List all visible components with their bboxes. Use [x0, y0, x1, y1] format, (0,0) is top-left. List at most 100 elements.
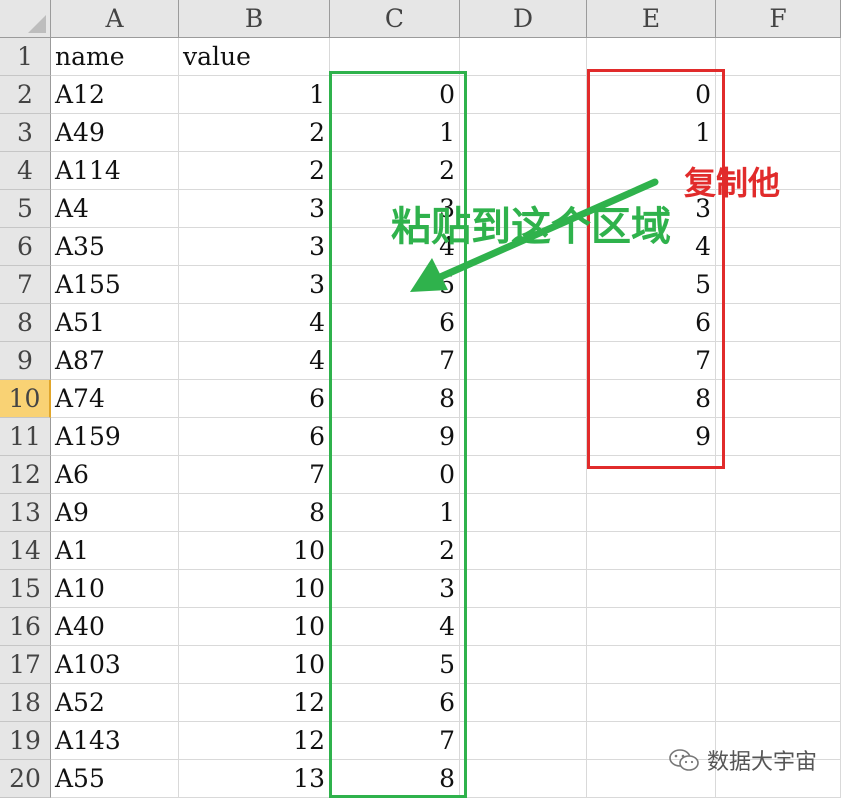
cell-b7[interactable]: 3 — [179, 266, 330, 304]
cell-a5[interactable]: A4 — [51, 190, 179, 228]
cell-b4[interactable]: 2 — [179, 152, 330, 190]
cell-f15[interactable] — [716, 570, 841, 608]
row-header-12[interactable]: 12 — [0, 456, 51, 494]
cell-a14[interactable]: A1 — [51, 532, 179, 570]
cell-f13[interactable] — [716, 494, 841, 532]
cell-a18[interactable]: A52 — [51, 684, 179, 722]
cell-f3[interactable] — [716, 114, 841, 152]
cell-f17[interactable] — [716, 646, 841, 684]
cell-b6[interactable]: 3 — [179, 228, 330, 266]
cell-b18[interactable]: 12 — [179, 684, 330, 722]
cell-a9[interactable]: A87 — [51, 342, 179, 380]
cell-d19[interactable] — [460, 722, 587, 760]
cell-d15[interactable] — [460, 570, 587, 608]
cell-f6[interactable] — [716, 228, 841, 266]
cell-b2[interactable]: 1 — [179, 76, 330, 114]
cell-b17[interactable]: 10 — [179, 646, 330, 684]
cell-a3[interactable]: A49 — [51, 114, 179, 152]
cell-b3[interactable]: 2 — [179, 114, 330, 152]
cell-f2[interactable] — [716, 76, 841, 114]
spreadsheet-grid[interactable]: ABCDEF 1 name value 2 A12 1 0 0 3 A49 2 1 1 4 A114 2 2 5 A… — [0, 0, 841, 798]
cell-d17[interactable] — [460, 646, 587, 684]
row-header-14[interactable]: 14 — [0, 532, 51, 570]
cell-e18[interactable] — [587, 684, 716, 722]
cell-d12[interactable] — [460, 456, 587, 494]
cell-b9[interactable]: 4 — [179, 342, 330, 380]
row-header-6[interactable]: 6 — [0, 228, 51, 266]
cell-a4[interactable]: A114 — [51, 152, 179, 190]
cell-e16[interactable] — [587, 608, 716, 646]
cell-d3[interactable] — [460, 114, 587, 152]
cell-f14[interactable] — [716, 532, 841, 570]
cell-a15[interactable]: A10 — [51, 570, 179, 608]
cell-d7[interactable] — [460, 266, 587, 304]
cell-a16[interactable]: A40 — [51, 608, 179, 646]
cell-b5[interactable]: 3 — [179, 190, 330, 228]
cell-b11[interactable]: 6 — [179, 418, 330, 456]
column-header-a[interactable]: A — [51, 0, 179, 38]
cell-d14[interactable] — [460, 532, 587, 570]
row-header-11[interactable]: 11 — [0, 418, 51, 456]
cell-d10[interactable] — [460, 380, 587, 418]
cell-a10[interactable]: A74 — [51, 380, 179, 418]
column-header-b[interactable]: B — [179, 0, 330, 38]
column-header-c[interactable]: C — [330, 0, 460, 38]
cell-f1[interactable] — [716, 38, 841, 76]
row-header-8[interactable]: 8 — [0, 304, 51, 342]
cell-a17[interactable]: A103 — [51, 646, 179, 684]
row-header-20[interactable]: 20 — [0, 760, 51, 798]
cell-d20[interactable] — [460, 760, 587, 798]
cell-a11[interactable]: A159 — [51, 418, 179, 456]
cell-a6[interactable]: A35 — [51, 228, 179, 266]
row-header-13[interactable]: 13 — [0, 494, 51, 532]
column-header-e[interactable]: E — [587, 0, 716, 38]
cell-e17[interactable] — [587, 646, 716, 684]
row-header-16[interactable]: 16 — [0, 608, 51, 646]
cell-d4[interactable] — [460, 152, 587, 190]
cell-a8[interactable]: A51 — [51, 304, 179, 342]
row-header-3[interactable]: 3 — [0, 114, 51, 152]
cell-f18[interactable] — [716, 684, 841, 722]
cell-b15[interactable]: 10 — [179, 570, 330, 608]
cell-a19[interactable]: A143 — [51, 722, 179, 760]
cell-f9[interactable] — [716, 342, 841, 380]
column-header-d[interactable]: D — [460, 0, 587, 38]
cell-d8[interactable] — [460, 304, 587, 342]
row-header-4[interactable]: 4 — [0, 152, 51, 190]
cell-b14[interactable]: 10 — [179, 532, 330, 570]
cell-b20[interactable]: 13 — [179, 760, 330, 798]
cell-b8[interactable]: 4 — [179, 304, 330, 342]
cell-d1[interactable] — [460, 38, 587, 76]
cell-d13[interactable] — [460, 494, 587, 532]
select-all-corner[interactable] — [0, 0, 51, 38]
cell-b10[interactable]: 6 — [179, 380, 330, 418]
cell-f7[interactable] — [716, 266, 841, 304]
cell-b12[interactable]: 7 — [179, 456, 330, 494]
cell-a13[interactable]: A9 — [51, 494, 179, 532]
row-header-15[interactable]: 15 — [0, 570, 51, 608]
cell-e14[interactable] — [587, 532, 716, 570]
cell-a7[interactable]: A155 — [51, 266, 179, 304]
row-header-9[interactable]: 9 — [0, 342, 51, 380]
cell-e15[interactable] — [587, 570, 716, 608]
cell-b16[interactable]: 10 — [179, 608, 330, 646]
column-header-f[interactable]: F — [716, 0, 841, 38]
cell-e13[interactable] — [587, 494, 716, 532]
row-header-18[interactable]: 18 — [0, 684, 51, 722]
cell-a20[interactable]: A55 — [51, 760, 179, 798]
cell-b1[interactable]: value — [179, 38, 330, 76]
row-header-1[interactable]: 1 — [0, 38, 51, 76]
cell-a12[interactable]: A6 — [51, 456, 179, 494]
row-header-10[interactable]: 10 — [0, 380, 51, 418]
cell-d18[interactable] — [460, 684, 587, 722]
cell-f11[interactable] — [716, 418, 841, 456]
row-header-2[interactable]: 2 — [0, 76, 51, 114]
cell-a1[interactable]: name — [51, 38, 179, 76]
cell-b19[interactable]: 12 — [179, 722, 330, 760]
row-header-17[interactable]: 17 — [0, 646, 51, 684]
cell-f8[interactable] — [716, 304, 841, 342]
row-header-5[interactable]: 5 — [0, 190, 51, 228]
cell-f12[interactable] — [716, 456, 841, 494]
cell-d2[interactable] — [460, 76, 587, 114]
row-header-19[interactable]: 19 — [0, 722, 51, 760]
